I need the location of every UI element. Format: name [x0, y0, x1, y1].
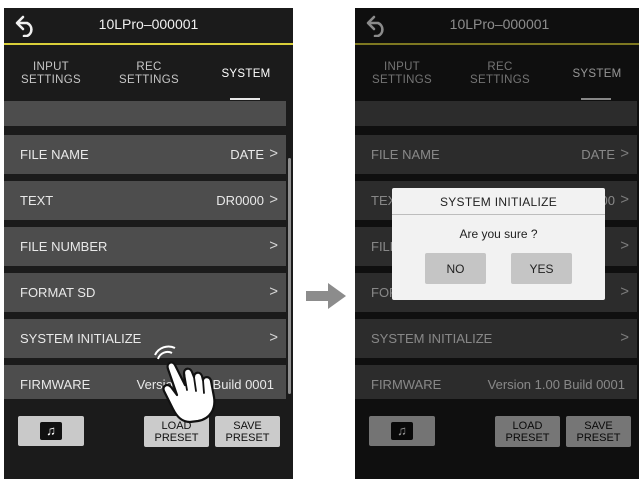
chevron-right-icon: >: [269, 329, 278, 346]
dialog-message: Are you sure ?: [459, 227, 538, 241]
music-button[interactable]: ♫: [18, 416, 84, 446]
tab-input-settings[interactable]: INPUT SETTINGS: [8, 47, 94, 101]
bottom-bar: ♫ LOAD PRESET SAVE PRESET: [4, 405, 293, 479]
music-note-icon: ♫: [40, 422, 62, 440]
yes-button[interactable]: YES: [511, 253, 572, 284]
no-button[interactable]: NO: [425, 253, 486, 284]
menu-row-format-sd[interactable]: FORMAT SD>: [4, 273, 286, 312]
dialog-divider: [392, 214, 605, 215]
chevron-right-icon: >: [269, 237, 278, 254]
menu-row-partial[interactable]: [4, 101, 286, 126]
screen-after: 10LPro–000001 INPUT SETTINGS REC SETTINGS …: [355, 8, 639, 479]
title-bar: 10LPro–000001: [4, 8, 293, 45]
tab-bar: INPUT SETTINGS REC SETTINGS SYSTEM: [4, 47, 293, 101]
tapping-hand-icon: [154, 345, 216, 424]
confirm-dialog: SYSTEM INITIALIZE Are you sure ? NO YES: [392, 188, 605, 300]
chevron-right-icon: >: [269, 191, 278, 208]
settings-menu: FILE NAMEDATE> TEXTDR0000> FILE NUMBER> …: [4, 101, 293, 399]
menu-row-text[interactable]: TEXTDR0000>: [4, 181, 286, 220]
tab-rec-settings[interactable]: REC SETTINGS: [106, 47, 192, 101]
active-tab-indicator: [230, 98, 260, 100]
menu-row-firmware: FIRMWAREVersion 1.00 Build 0001: [4, 365, 286, 399]
chevron-right-icon: >: [269, 145, 278, 162]
menu-row-file-name[interactable]: FILE NAME DATE >: [4, 135, 286, 174]
right-arrow-icon: [306, 283, 346, 309]
dialog-title: SYSTEM INITIALIZE: [439, 195, 558, 209]
tab-system[interactable]: SYSTEM: [202, 47, 290, 101]
screen-before: 10LPro–000001 INPUT SETTINGS REC SETTINGS …: [4, 8, 293, 479]
scrollbar[interactable]: [288, 158, 291, 394]
device-title: 10LPro–000001: [98, 16, 199, 32]
menu-row-system-initialize[interactable]: SYSTEM INITIALIZE >: [4, 319, 286, 358]
chevron-right-icon: >: [269, 283, 278, 300]
menu-row-file-number[interactable]: FILE NUMBER>: [4, 227, 286, 266]
